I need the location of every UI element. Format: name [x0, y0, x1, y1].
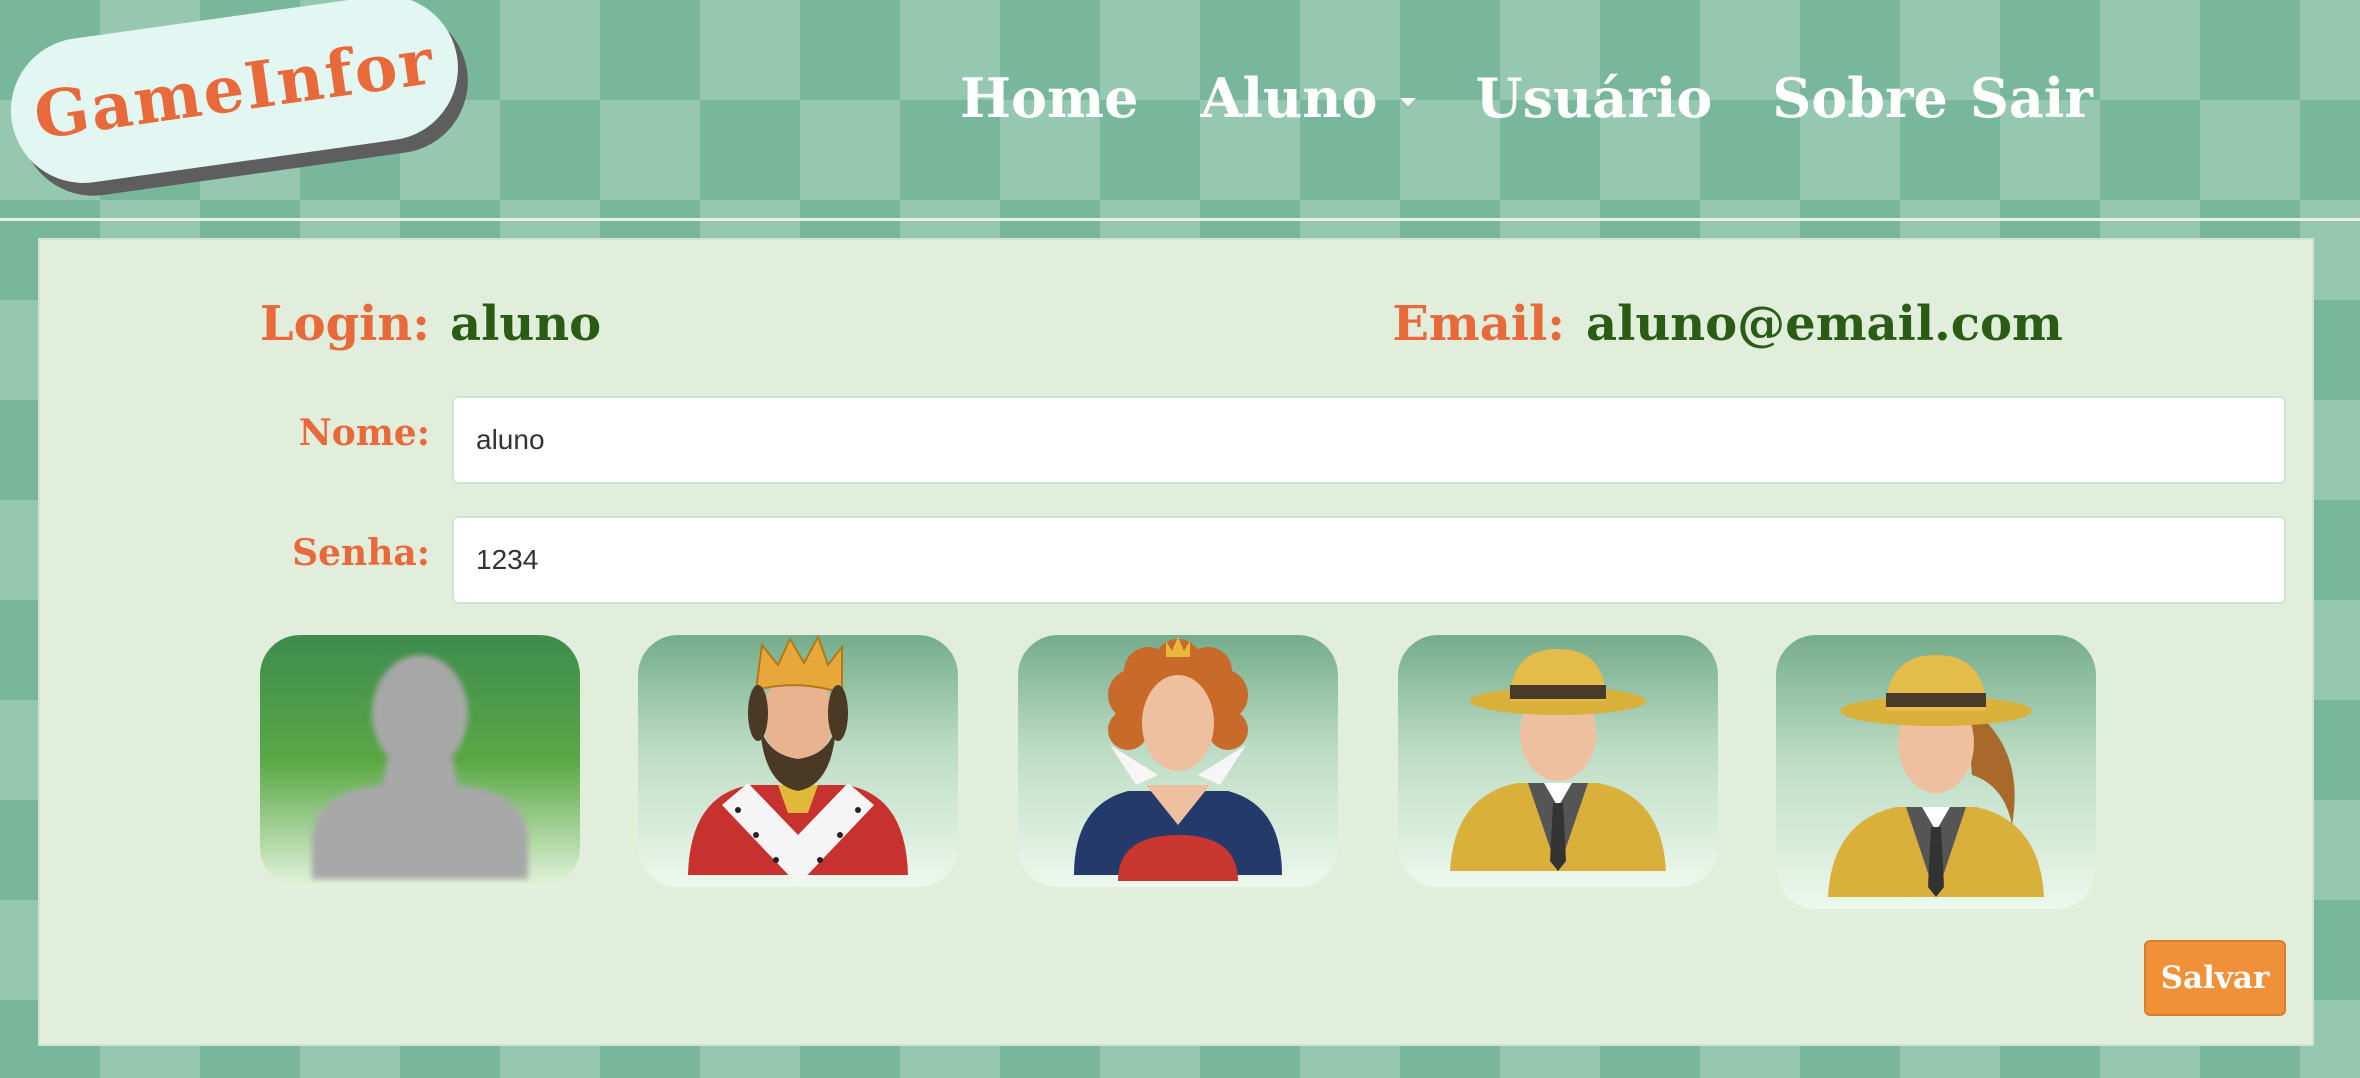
- nome-input[interactable]: aluno: [452, 396, 2286, 484]
- silhouette-icon: [312, 655, 528, 879]
- nav-sobre[interactable]: Sobre: [1772, 66, 1948, 130]
- login-value: aluno: [450, 296, 602, 352]
- top-header: GameInfor Home Aluno Usuário Sobre Sair: [0, 0, 2360, 221]
- senha-label: Senha:: [292, 532, 430, 574]
- nav-usuario[interactable]: Usuário: [1476, 66, 1713, 130]
- nav-aluno-dropdown[interactable]: Aluno: [1201, 66, 1416, 130]
- detective-man-icon: [1450, 649, 1666, 871]
- nav-sair[interactable]: Sair: [1970, 66, 2093, 130]
- detective-woman-avatar[interactable]: [1776, 635, 2096, 909]
- email-value: aluno@email.com: [1586, 296, 2063, 352]
- king-avatar[interactable]: [638, 635, 958, 887]
- main-nav: Home Aluno Usuário Sobre Sair: [960, 50, 2093, 145]
- senha-input[interactable]: 1234: [452, 516, 2286, 604]
- logo[interactable]: GameInfor: [0, 0, 479, 209]
- queen-icon: [1074, 637, 1282, 881]
- profile-panel: Login: aluno Email: aluno@email.com Nome…: [38, 238, 2314, 1046]
- save-button[interactable]: Salvar: [2144, 940, 2286, 1016]
- nav-aluno-label: Aluno: [1200, 65, 1378, 130]
- login-label: Login:: [259, 296, 430, 352]
- email-label: Email:: [1392, 296, 1565, 352]
- nav-home[interactable]: Home: [960, 66, 1139, 130]
- nome-label: Nome:: [298, 412, 430, 454]
- default-silhouette-avatar[interactable]: [260, 635, 580, 887]
- king-icon: [688, 635, 908, 885]
- chevron-down-icon: [1399, 98, 1416, 107]
- detective-man-avatar[interactable]: [1398, 635, 1718, 887]
- queen-avatar[interactable]: [1018, 635, 1338, 887]
- detective-woman-icon: [1828, 655, 2044, 897]
